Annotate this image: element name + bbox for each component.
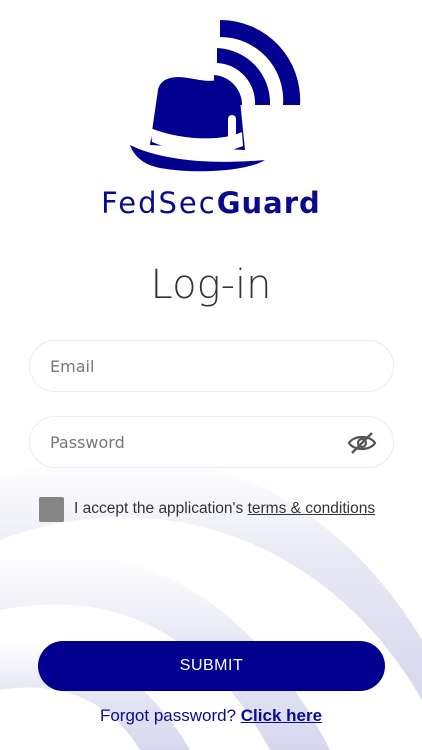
brand-name-light: FedSec xyxy=(101,186,217,220)
password-input[interactable] xyxy=(50,417,350,467)
forgot-password: Forgot password? Click here xyxy=(0,706,422,726)
page-title: Log-in xyxy=(150,262,272,308)
forgot-password-text: Forgot password? xyxy=(99,706,241,725)
brand-name-bold: Guard xyxy=(216,186,321,220)
terms-row: I accept the application's terms & condi… xyxy=(39,496,375,522)
terms-label: I accept the application's terms & condi… xyxy=(74,500,375,518)
terms-checkbox[interactable] xyxy=(39,496,64,522)
submit-button[interactable]: SUBMIT xyxy=(38,641,385,691)
email-field[interactable] xyxy=(29,340,394,392)
forgot-password-link[interactable]: Click here xyxy=(241,706,322,725)
eye-off-icon[interactable] xyxy=(347,431,377,455)
email-input[interactable] xyxy=(50,341,350,391)
password-field[interactable] xyxy=(29,416,394,468)
brand-name: FedSecGuard xyxy=(0,186,422,220)
terms-prefix: I accept the application's xyxy=(74,500,248,517)
terms-link[interactable]: terms & conditions xyxy=(248,500,376,517)
